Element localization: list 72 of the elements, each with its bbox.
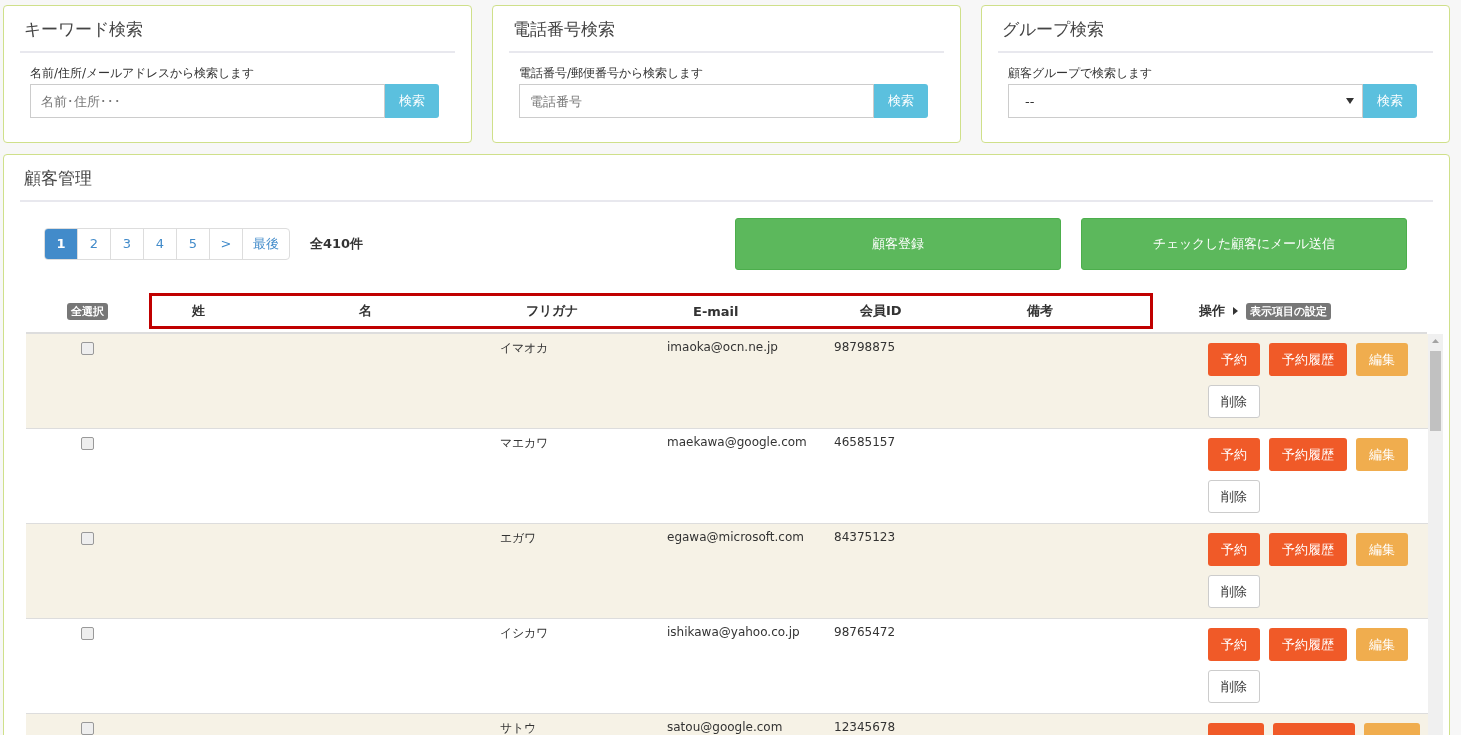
row-action-button[interactable]: 削除: [1208, 480, 1260, 513]
page-link[interactable]: 4: [143, 229, 176, 259]
row-action-button[interactable]: 削除: [1208, 575, 1260, 608]
table-cell: サトウ: [500, 721, 536, 735]
table-cell: マエカワ: [500, 436, 548, 450]
table-cell: イマオカ: [500, 341, 548, 355]
row-action-button[interactable]: 予約履歴: [1269, 343, 1347, 376]
search-field[interactable]: 名前･住所･･･: [30, 84, 385, 118]
table-cell: egawa@microsoft.com: [667, 530, 804, 544]
table-cell: imaoka@ocn.ne.jp: [667, 340, 778, 354]
search-hint: 電話番号/郵便番号から検索します: [519, 65, 705, 82]
select-all-button[interactable]: 全選択: [67, 302, 108, 320]
action-button[interactable]: 顧客登録: [735, 218, 1061, 270]
row-checkbox[interactable]: [81, 627, 94, 640]
row-action-button[interactable]: 予約: [1208, 343, 1260, 376]
table-cell: イシカワ: [500, 626, 548, 640]
column-header: 備考: [1025, 302, 1054, 320]
table-cell: maekawa@google.com: [667, 435, 807, 449]
table-cell: ishikawa@yahoo.co.jp: [667, 625, 800, 639]
group-select[interactable]: --: [1008, 84, 1363, 118]
row-action-button[interactable]: 予約: [1208, 628, 1260, 661]
panel-title: 電話番号検索: [509, 18, 944, 53]
row-action-button[interactable]: 削除: [1208, 670, 1260, 703]
table-cell: エガワ: [500, 531, 536, 545]
row-action-button[interactable]: 予約履歴: [1269, 628, 1347, 661]
row-action-button[interactable]: 予約履歴: [1269, 438, 1347, 471]
caret-icon: [1233, 307, 1238, 315]
page-link[interactable]: 2: [77, 229, 110, 259]
table-cell: 84375123: [834, 530, 896, 544]
action-button[interactable]: チェックした顧客にメール送信: [1081, 218, 1407, 270]
table-cell: 12345678: [834, 720, 896, 734]
panel-title: 顧客管理: [20, 167, 1433, 202]
page-link[interactable]: 最後: [242, 229, 289, 259]
row-action-button[interactable]: 編集: [1356, 438, 1408, 471]
column-header: 操作: [1198, 302, 1225, 320]
row-action-button[interactable]: 編集: [1356, 628, 1408, 661]
display-settings-button[interactable]: 表示項目の設定: [1246, 302, 1331, 320]
row-action-button[interactable]: 予約: [1208, 438, 1260, 471]
table-cell: 98798875: [834, 340, 896, 354]
row-action-button[interactable]: 編集: [1356, 533, 1408, 566]
column-header: E-mail: [692, 303, 740, 319]
page-link[interactable]: 5: [176, 229, 209, 259]
row-checkbox[interactable]: [81, 722, 94, 735]
row-checkbox[interactable]: [81, 532, 94, 545]
row-checkbox[interactable]: [81, 342, 94, 355]
panel-title: キーワード検索: [20, 18, 455, 53]
column-header: フリガナ: [525, 302, 579, 320]
table-cell: 46585157: [834, 435, 896, 449]
row-action-button[interactable]: 削除: [1208, 385, 1260, 418]
page-link[interactable]: 3: [110, 229, 143, 259]
row-action-button[interactable]: 予約履歴: [1269, 533, 1347, 566]
column-header: 姓: [191, 302, 206, 320]
panel-title: グループ検索: [998, 18, 1433, 53]
row-action-button[interactable]: 予約: [1208, 533, 1260, 566]
column-header: 会員ID: [859, 302, 903, 320]
search-button[interactable]: 検索: [1363, 84, 1417, 118]
search-button[interactable]: 検索: [874, 84, 928, 118]
table-cell: satou@google.com: [667, 720, 783, 734]
row-checkbox[interactable]: [81, 437, 94, 450]
table-cell: 98765472: [834, 625, 896, 639]
search-hint: 名前/住所/メールアドレスから検索します: [30, 65, 256, 82]
row-action-button[interactable]: 編集: [1356, 343, 1408, 376]
caret-icon: [1346, 98, 1354, 104]
search-field[interactable]: 電話番号: [519, 84, 874, 118]
page-link[interactable]: >: [209, 229, 242, 259]
search-button[interactable]: 検索: [385, 84, 439, 118]
search-hint: 顧客グループで検索します: [1008, 65, 1153, 82]
total-count: 全410件: [310, 235, 364, 253]
column-header: 名: [358, 302, 373, 320]
page-link[interactable]: 1: [45, 229, 77, 259]
scrollbar[interactable]: [1428, 334, 1443, 735]
scrollbar-thumb[interactable]: [1430, 351, 1441, 431]
